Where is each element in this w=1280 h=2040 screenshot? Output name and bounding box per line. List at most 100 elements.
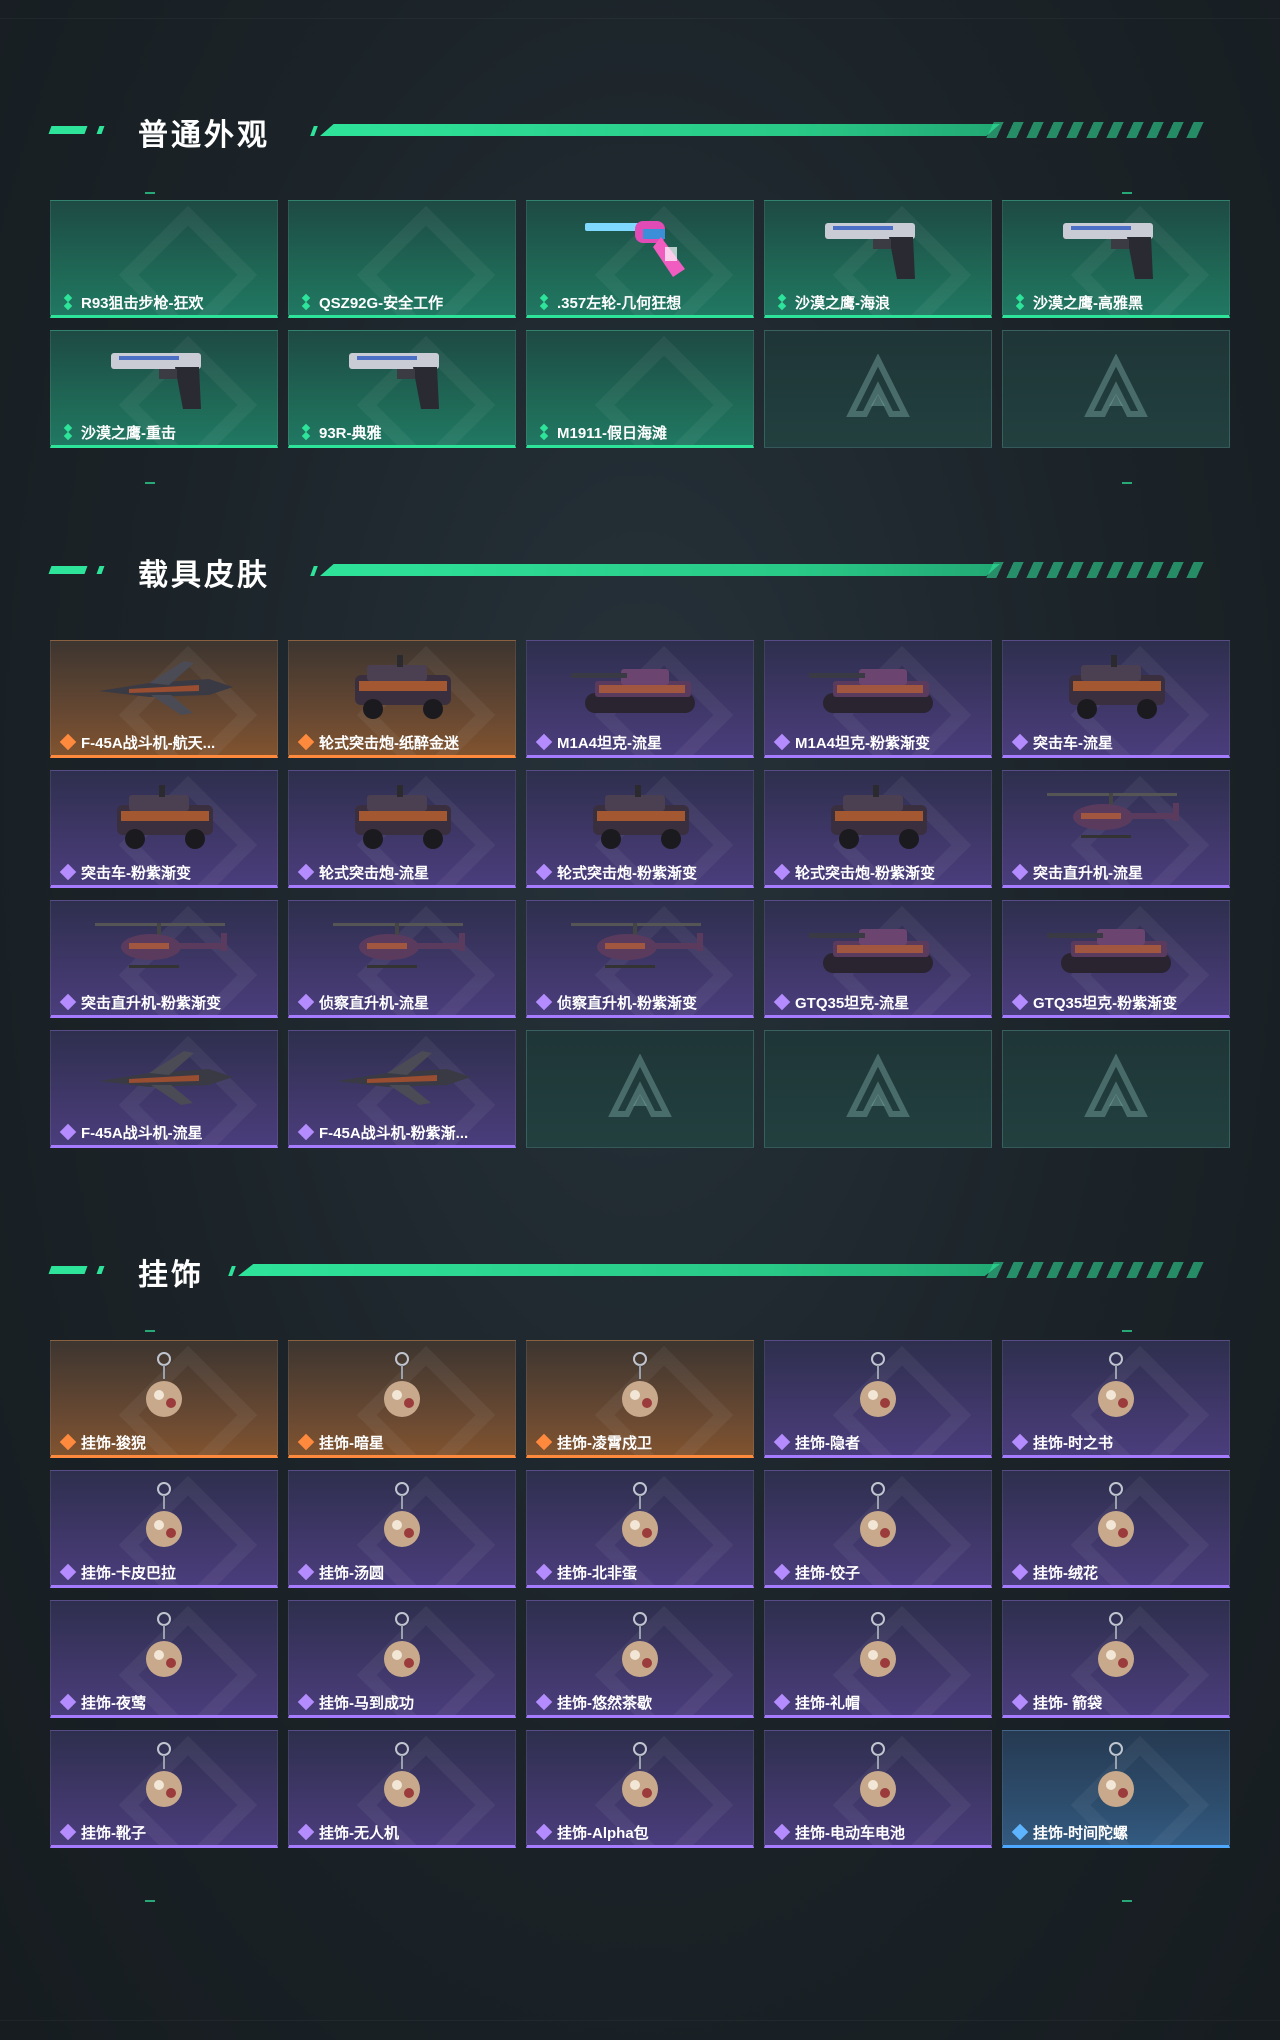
rarity-diamond-icon <box>1011 733 1029 751</box>
item-name: 挂饰-时之书 <box>1033 1434 1113 1452</box>
item-card[interactable]: 突击直升机-流星 <box>1002 770 1230 888</box>
header-accent-bar <box>48 566 88 574</box>
item-name: GTQ35坦克-流星 <box>795 994 910 1012</box>
section-corner-mark <box>1122 1900 1132 1902</box>
item-card[interactable]: 挂饰-暗星 <box>288 1340 516 1458</box>
item-card[interactable]: 挂饰-凌霄戍卫 <box>526 1340 754 1458</box>
charm-icon <box>803 1479 953 1559</box>
item-label: M1911-假日海滩 <box>537 422 667 442</box>
item-name: 93R-典雅 <box>319 424 382 442</box>
item-name: M1A4坦克-流星 <box>557 734 663 752</box>
item-card[interactable]: 侦察直升机-粉紫渐变 <box>526 900 754 1018</box>
charm-icon <box>1041 1739 1191 1819</box>
item-name: 挂饰-卡皮巴拉 <box>81 1564 176 1582</box>
charm-icon <box>89 1609 239 1689</box>
item-card[interactable]: F-45A战斗机-粉紫渐... <box>288 1030 516 1148</box>
rarity-diamond-icon <box>59 993 77 1011</box>
rarity-diamond-icon <box>1011 1693 1029 1711</box>
rarity-diamond-icon <box>775 293 789 311</box>
rarity-diamond-icon <box>299 423 313 441</box>
rarity-diamond-icon <box>537 293 551 311</box>
rarity-diamond-icon <box>773 863 791 881</box>
rarity-diamond-icon <box>535 863 553 881</box>
item-card[interactable]: 沙漠之鹰-海浪 <box>764 200 992 318</box>
item-label: 挂饰-夜莺 <box>59 1692 146 1712</box>
item-card[interactable]: 挂饰-Alpha包 <box>526 1730 754 1848</box>
item-card[interactable]: M1A4坦克-流星 <box>526 640 754 758</box>
section-skins: 普通外观 R93狙击步枪-狂欢 QSZ92G-安全工作 .357左轮-几何狂想 沙漠之… <box>0 100 1280 484</box>
rarity-diamond-icon <box>59 1123 77 1141</box>
item-name: 挂饰-马到成功 <box>319 1694 414 1712</box>
item-card[interactable]: 突击车-粉紫渐变 <box>50 770 278 888</box>
pistol-icon <box>89 339 239 419</box>
item-card[interactable]: 93R-典雅 <box>288 330 516 448</box>
item-label: 挂饰-时间陀螺 <box>1011 1822 1128 1842</box>
item-name: 挂饰-凌霄戍卫 <box>557 1434 652 1452</box>
tank-icon <box>803 649 953 729</box>
item-card[interactable]: 挂饰-饺子 <box>764 1470 992 1588</box>
item-card[interactable]: 沙漠之鹰-高雅黑 <box>1002 200 1230 318</box>
item-card[interactable]: 挂饰- 箭袋 <box>1002 1600 1230 1718</box>
header-line <box>320 124 1000 136</box>
item-name: 挂饰-悠然茶歇 <box>557 1694 652 1712</box>
item-label: 挂饰-马到成功 <box>297 1692 414 1712</box>
item-card[interactable]: R93狙击步枪-狂欢 <box>50 200 278 318</box>
item-label: 挂饰-凌霄戍卫 <box>535 1432 652 1452</box>
item-name: F-45A战斗机-粉紫渐... <box>319 1124 469 1142</box>
item-label: 沙漠之鹰-重击 <box>61 422 176 442</box>
item-name: 突击直升机-粉紫渐变 <box>81 994 221 1012</box>
item-card[interactable]: .357左轮-几何狂想 <box>526 200 754 318</box>
charm-icon <box>565 1609 715 1689</box>
item-card[interactable]: 挂饰-卡皮巴拉 <box>50 1470 278 1588</box>
item-label: 挂饰-隐者 <box>773 1432 860 1452</box>
header-checker-pattern <box>986 562 1204 578</box>
item-card[interactable]: 轮式突击炮-粉紫渐变 <box>526 770 754 888</box>
item-card[interactable]: 挂饰-无人机 <box>288 1730 516 1848</box>
item-card[interactable]: QSZ92G-安全工作 <box>288 200 516 318</box>
item-label: 挂饰-礼帽 <box>773 1692 860 1712</box>
item-name: 轮式突击炮-流星 <box>319 864 429 882</box>
item-name: 挂饰-靴子 <box>81 1824 146 1842</box>
header-accent-tick <box>96 126 105 134</box>
item-card[interactable]: M1A4坦克-粉紫渐变 <box>764 640 992 758</box>
rarity-diamond-icon <box>773 1693 791 1711</box>
item-name: 挂饰-饺子 <box>795 1564 860 1582</box>
item-card[interactable]: 轮式突击炮-粉紫渐变 <box>764 770 992 888</box>
item-card[interactable]: F-45A战斗机-流星 <box>50 1030 278 1148</box>
item-card[interactable]: F-45A战斗机-航天... <box>50 640 278 758</box>
item-card[interactable]: 挂饰-靴子 <box>50 1730 278 1848</box>
item-card[interactable]: 挂饰-隐者 <box>764 1340 992 1458</box>
section-corner-mark <box>145 1330 155 1332</box>
item-label: 突击车-粉紫渐变 <box>59 862 191 882</box>
item-card[interactable]: M1911-假日海滩 <box>526 330 754 448</box>
header-accent-bar <box>48 126 88 134</box>
item-card[interactable]: 挂饰-时间陀螺 <box>1002 1730 1230 1848</box>
item-card[interactable]: 突击直升机-粉紫渐变 <box>50 900 278 1018</box>
item-label: GTQ35坦克-粉紫渐变 <box>1011 992 1177 1012</box>
item-card[interactable]: 沙漠之鹰-重击 <box>50 330 278 448</box>
item-card[interactable]: 轮式突击炮-纸醉金迷 <box>288 640 516 758</box>
item-card[interactable]: 挂饰-夜莺 <box>50 1600 278 1718</box>
empty-item-slot <box>764 1030 992 1148</box>
item-card[interactable]: 突击车-流星 <box>1002 640 1230 758</box>
item-card[interactable]: GTQ35坦克-流星 <box>764 900 992 1018</box>
item-card[interactable]: 挂饰-北非蛋 <box>526 1470 754 1588</box>
item-label: 挂饰-电动车电池 <box>773 1822 905 1842</box>
item-card[interactable]: 挂饰-狻猊 <box>50 1340 278 1458</box>
item-name: 轮式突击炮-粉紫渐变 <box>557 864 697 882</box>
item-card[interactable]: GTQ35坦克-粉紫渐变 <box>1002 900 1230 1018</box>
item-card[interactable]: 侦察直升机-流星 <box>288 900 516 1018</box>
item-label: 挂饰-狻猊 <box>59 1432 146 1452</box>
item-card[interactable]: 挂饰-汤圆 <box>288 1470 516 1588</box>
item-name: 侦察直升机-粉紫渐变 <box>557 994 697 1012</box>
item-card[interactable]: 挂饰-绒花 <box>1002 1470 1230 1588</box>
section-corner-mark <box>145 192 155 194</box>
item-card[interactable]: 挂饰-电动车电池 <box>764 1730 992 1848</box>
item-card[interactable]: 轮式突击炮-流星 <box>288 770 516 888</box>
item-card[interactable]: 挂饰-礼帽 <box>764 1600 992 1718</box>
item-card[interactable]: 挂饰-悠然茶歇 <box>526 1600 754 1718</box>
item-name: 突击直升机-流星 <box>1033 864 1143 882</box>
item-card[interactable]: 挂饰-马到成功 <box>288 1600 516 1718</box>
item-card[interactable]: 挂饰-时之书 <box>1002 1340 1230 1458</box>
tank-icon <box>803 909 953 989</box>
